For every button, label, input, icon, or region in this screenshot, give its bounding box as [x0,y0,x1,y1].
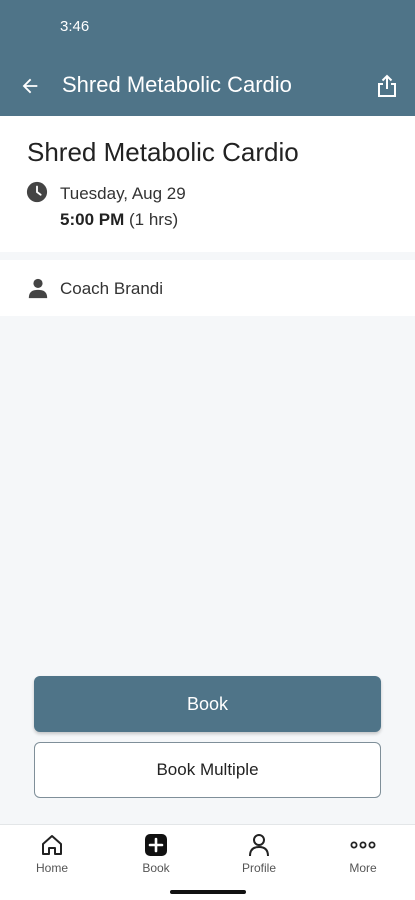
nav-label-home: Home [35,861,68,875]
page-title: Shred Metabolic Cardio [62,72,292,97]
coach-name: Coach Brandi [60,279,164,298]
class-time-line: 5:00 PM (1 hrs) [60,210,178,230]
nav-item-profile[interactable]: Profile [219,833,299,881]
home-icon [42,835,62,855]
nav-item-more[interactable]: More [323,833,403,881]
person-outline-icon [249,834,269,857]
nav-item-book[interactable]: Book [116,833,196,881]
home-indicator [170,890,246,894]
class-title: Shred Metabolic Cardio [27,137,299,167]
back-button[interactable] [14,70,46,102]
status-time: 3:46 [60,18,90,35]
book-button[interactable]: Book [34,676,381,732]
plus-square-icon [145,834,167,856]
class-duration: (1 hrs) [128,210,179,229]
nav-item-home[interactable]: Home [12,833,92,881]
more-horizontal-icon [350,841,376,849]
status-bar: 3:46 [0,0,415,56]
share-icon [378,74,396,97]
nav-label-more: More [349,861,377,875]
bottom-nav: Home Book Profile More [0,824,415,900]
class-time: 5:00 PM [60,210,125,229]
nav-label-book: Book [142,861,170,875]
person-icon [28,278,48,299]
nav-label-profile: Profile [241,861,276,875]
arrow-left-icon [22,78,38,94]
share-button[interactable] [371,70,403,102]
app-bar: Shred Metabolic Cardio [0,56,415,116]
clock-icon [26,181,48,203]
book-multiple-button[interactable]: Book Multiple [34,742,381,798]
class-date: Tuesday, Aug 29 [60,184,186,203]
